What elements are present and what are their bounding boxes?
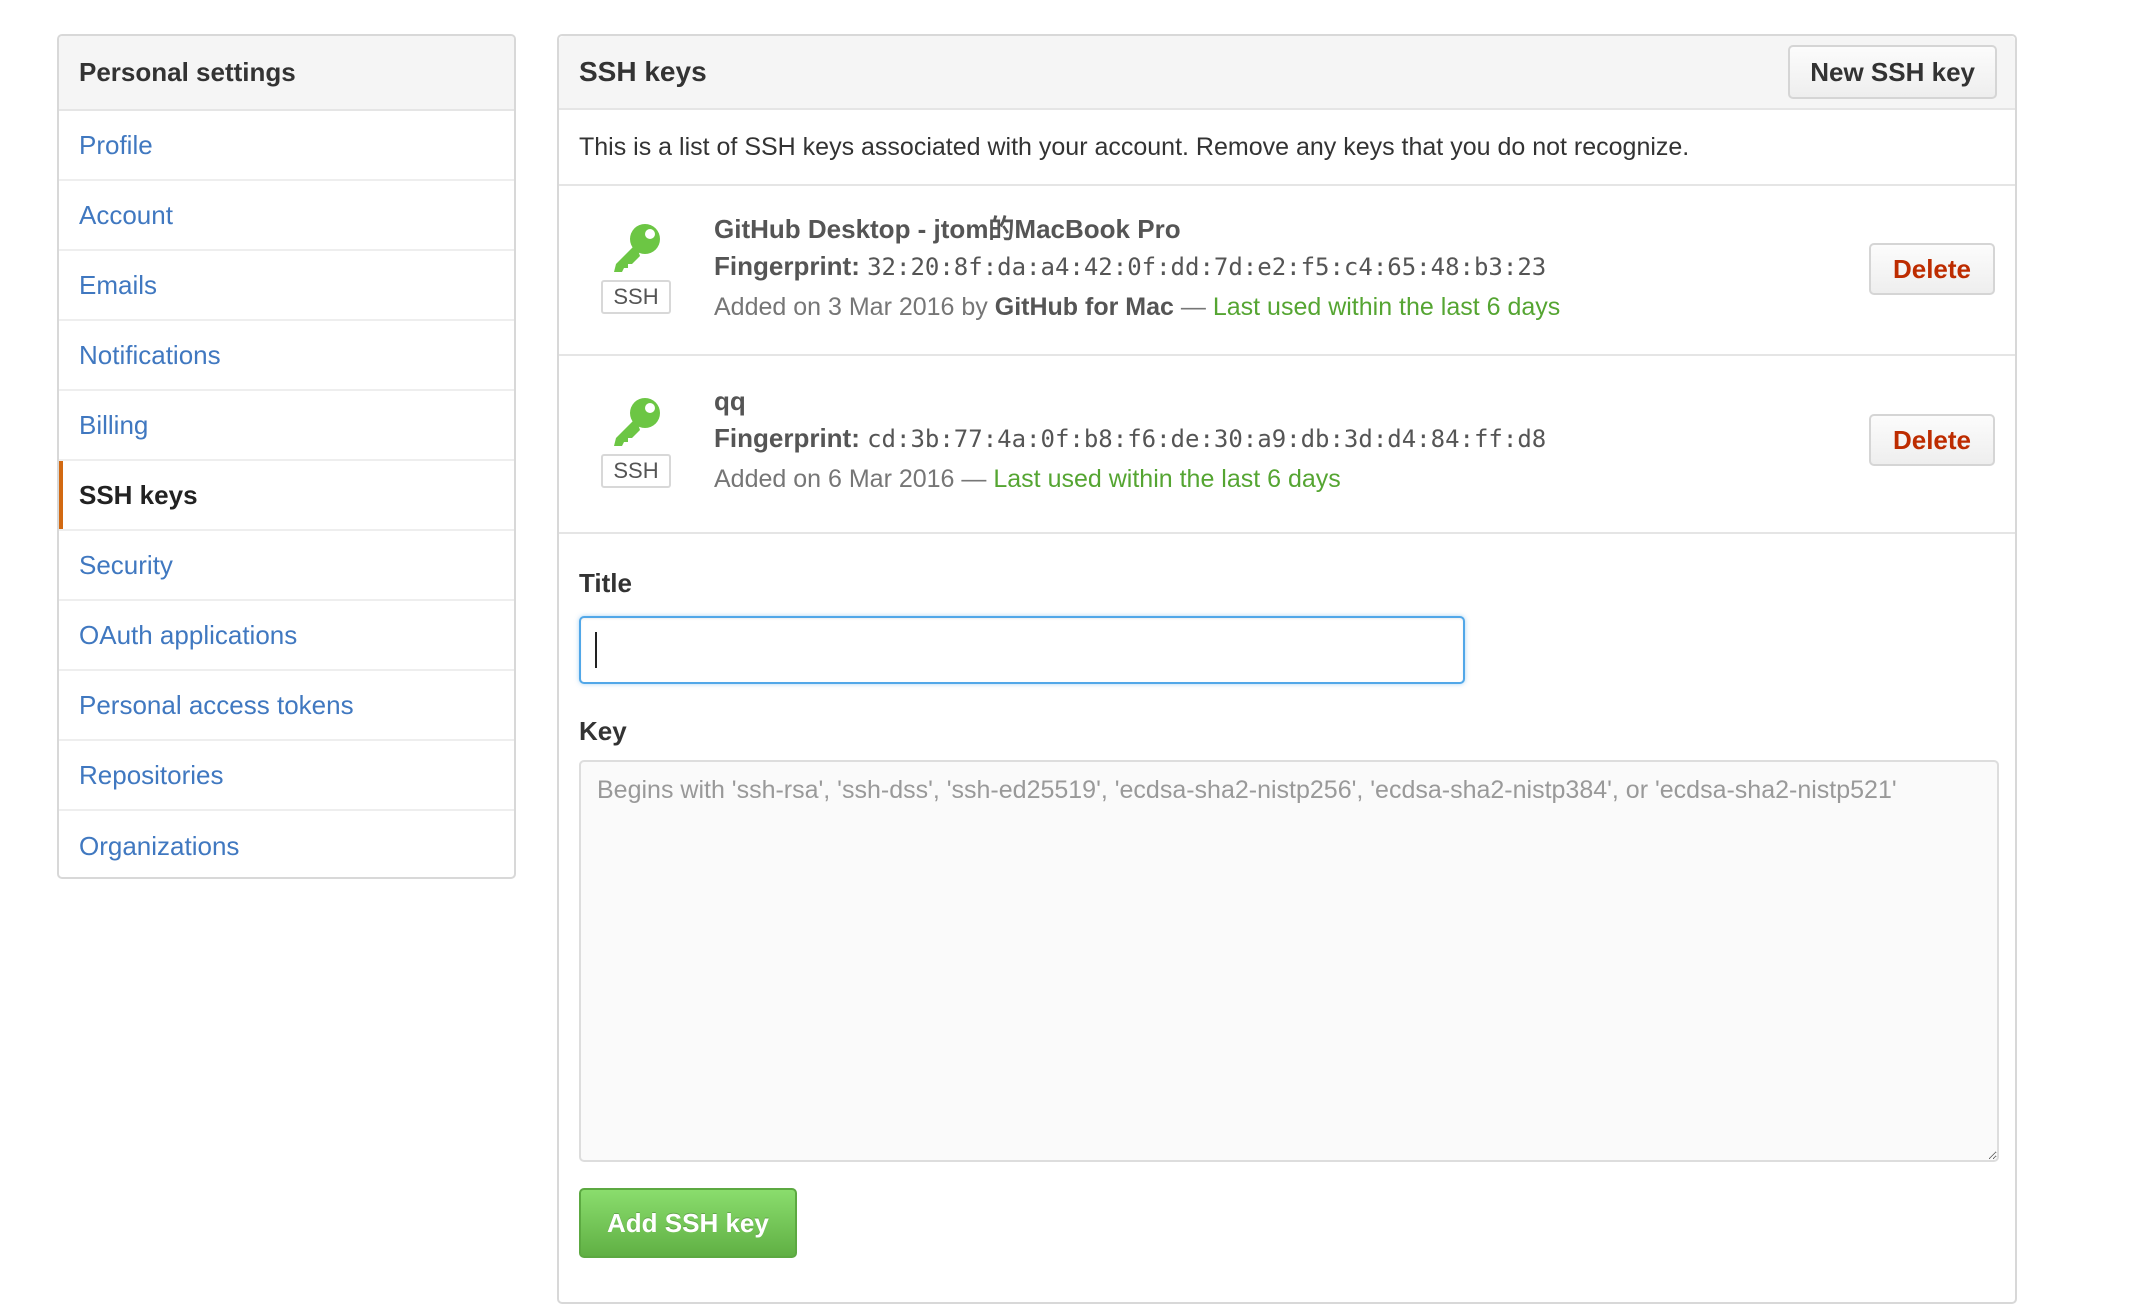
ssh-keys-panel: SSH keys New SSH key This is a list of S… — [557, 34, 2017, 1304]
key-added-info: Added on 3 Mar 2016 by GitHub for Mac — … — [714, 287, 1815, 327]
delete-key-button[interactable]: Delete — [1868, 414, 1995, 466]
key-fingerprint: Fingerprint: 32:20:8f:da:a4:42:0f:dd:7d:… — [714, 246, 1815, 287]
key-icon — [614, 398, 660, 446]
key-badge: SSH — [599, 218, 673, 314]
settings-sidebar: Personal settings Profile Account Emails… — [57, 34, 516, 879]
sidebar-item-billing[interactable]: Billing — [59, 391, 514, 461]
key-label: Key — [579, 716, 627, 746]
key-info: GitHub Desktop - jtom的MacBook Pro Finger… — [714, 212, 1815, 327]
ssh-key-row: SSH GitHub Desktop - jtom的MacBook Pro Fi… — [559, 186, 2015, 356]
title-label: Title — [579, 568, 632, 598]
sidebar-item-security[interactable]: Security — [59, 531, 514, 601]
page-title: SSH keys — [579, 56, 707, 87]
key-title: GitHub Desktop - jtom的MacBook Pro — [714, 214, 1181, 244]
panel-intro-text: This is a list of SSH keys associated wi… — [559, 110, 2015, 186]
key-info: qq Fingerprint: cd:3b:77:4a:0f:b8:f6:de:… — [714, 384, 1815, 499]
fingerprint-label: Fingerprint: — [714, 251, 860, 281]
sidebar-item-oauth-applications[interactable]: OAuth applications — [59, 601, 514, 671]
fingerprint-value: 32:20:8f:da:a4:42:0f:dd:7d:e2:f5:c4:65:4… — [867, 253, 1547, 281]
sidebar-item-personal-access-tokens[interactable]: Personal access tokens — [59, 671, 514, 741]
key-title: qq — [714, 386, 746, 416]
added-date: Added on 3 Mar 2016 by — [714, 293, 988, 321]
key-added-info: Added on 6 Mar 2016 — Last used within t… — [714, 459, 1815, 499]
add-ssh-key-button[interactable]: Add SSH key — [579, 1188, 797, 1258]
sidebar-item-emails[interactable]: Emails — [59, 251, 514, 321]
key-fingerprint: Fingerprint: cd:3b:77:4a:0f:b8:f6:de:30:… — [714, 418, 1815, 459]
sidebar-item-profile[interactable]: Profile — [59, 111, 514, 181]
last-used: Last used within the last 6 days — [993, 465, 1341, 493]
sidebar-item-organizations[interactable]: Organizations — [59, 811, 514, 877]
key-textarea[interactable] — [579, 760, 1999, 1162]
panel-header: SSH keys New SSH key — [559, 36, 2015, 110]
key-badge: SSH — [599, 392, 673, 488]
sidebar-item-repositories[interactable]: Repositories — [59, 741, 514, 811]
delete-key-button[interactable]: Delete — [1868, 243, 1995, 295]
ssh-type-badge: SSH — [601, 454, 671, 488]
text-caret — [595, 632, 597, 668]
sidebar-item-notifications[interactable]: Notifications — [59, 321, 514, 391]
added-by: GitHub for Mac — [994, 293, 1174, 321]
separator: — — [1180, 293, 1206, 321]
sidebar-item-account[interactable]: Account — [59, 181, 514, 251]
added-date: Added on 6 Mar 2016 — [714, 465, 955, 493]
key-icon — [614, 224, 660, 272]
last-used: Last used within the last 6 days — [1212, 293, 1561, 321]
sidebar-title: Personal settings — [59, 36, 514, 111]
title-input[interactable] — [579, 616, 1465, 684]
sidebar-item-ssh-keys[interactable]: SSH keys — [59, 461, 514, 531]
ssh-type-badge: SSH — [601, 280, 671, 314]
ssh-key-row: SSH qq Fingerprint: cd:3b:77:4a:0f:b8:f6… — [559, 356, 2015, 534]
new-ssh-key-button[interactable]: New SSH key — [1788, 45, 1997, 99]
separator: — — [961, 465, 987, 493]
fingerprint-value: cd:3b:77:4a:0f:b8:f6:de:30:a9:db:3d:d4:8… — [867, 425, 1547, 453]
fingerprint-label: Fingerprint: — [714, 423, 860, 453]
